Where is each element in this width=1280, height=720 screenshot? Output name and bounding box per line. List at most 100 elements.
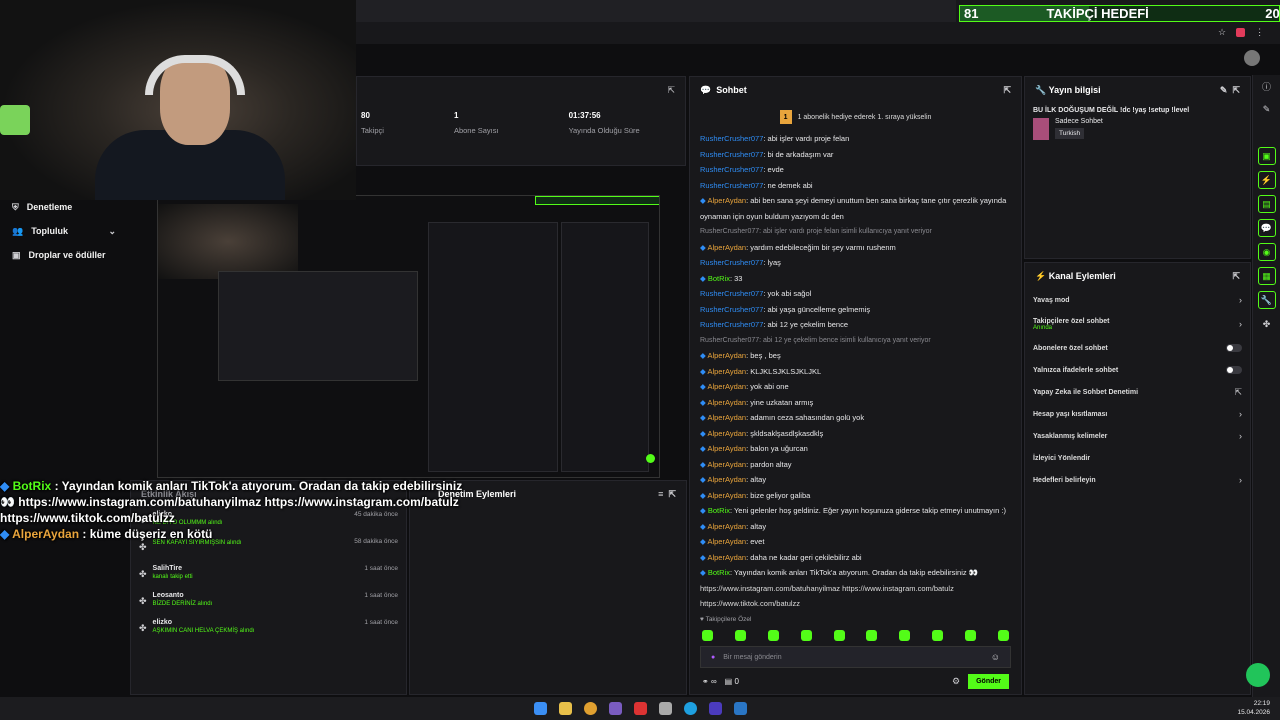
- mod-tool-icon[interactable]: ▣: [1257, 147, 1276, 165]
- chat-message[interactable]: ◆ AlperAydan: KLJKLSJKLSJKLJKL: [700, 364, 1011, 380]
- pinned-gift-banner[interactable]: 1 1 abonelik hediye ederek 1. sıraya yük…: [690, 103, 1021, 131]
- chat-message[interactable]: RusherCrusher077: yok abi sağol: [700, 286, 1011, 302]
- chat-username[interactable]: AlperAydan: [707, 475, 746, 484]
- chat-username[interactable]: RusherCrusher077: [700, 305, 763, 314]
- sidebar-item-topluluk[interactable]: 👥 Topluluk ⌄: [0, 219, 130, 243]
- chat-message[interactable]: ◆ BotRix: Yayından komik anları TikTok'a…: [700, 565, 1011, 581]
- popout-icon[interactable]: ⇱: [667, 85, 675, 96]
- emote-icon[interactable]: [702, 630, 713, 641]
- chat-message[interactable]: ◆ AlperAydan: pardon altay: [700, 457, 1011, 473]
- chat-username[interactable]: RusherCrusher077: [700, 134, 763, 143]
- emote-icon[interactable]: [932, 630, 944, 641]
- address-bar[interactable]: [356, 0, 956, 22]
- channel-action-item[interactable]: Yavaş mod ›: [1025, 289, 1250, 311]
- chat-message[interactable]: ◆ AlperAydan: adamın ceza sahasından gol…: [700, 410, 1011, 426]
- reply-indicator[interactable]: RusherCrusher077: abi işler vardı proje …: [700, 224, 1011, 240]
- sidebar-item-droplar[interactable]: ▣ Droplar ve ödüller: [0, 243, 130, 267]
- emote-icon[interactable]: [767, 630, 779, 641]
- chat-message[interactable]: RusherCrusher077: bi de arkadaşım var: [700, 147, 1011, 163]
- channel-action-item[interactable]: Takipçilere özel sohbet Anında ›: [1025, 311, 1250, 337]
- extension-icon[interactable]: [1236, 27, 1246, 37]
- message-input[interactable]: ● Bir mesaj gönderin ☺: [700, 646, 1011, 668]
- chat-username[interactable]: AlperAydan: [707, 460, 746, 469]
- support-fab[interactable]: [1246, 663, 1270, 687]
- emote-icon[interactable]: [899, 630, 911, 641]
- chat-username[interactable]: AlperAydan: [707, 382, 746, 391]
- popout-icon[interactable]: ⇱: [1232, 271, 1240, 282]
- chat-message[interactable]: ◆ AlperAydan: altay: [700, 519, 1011, 535]
- chat-username[interactable]: RusherCrusher077: [700, 165, 763, 174]
- chat-username[interactable]: AlperAydan: [707, 351, 746, 360]
- chat-message[interactable]: https://www.instagram.com/batuhanyilmaz …: [700, 581, 1011, 597]
- explorer-icon[interactable]: [558, 702, 572, 715]
- chat-message[interactable]: RusherCrusher077: abi 12 ye çekelim benc…: [700, 317, 1011, 333]
- obs-icon[interactable]: [658, 702, 672, 715]
- channel-action-item[interactable]: Yalnızca ifadelerle sohbet: [1025, 359, 1250, 381]
- chat-message[interactable]: RusherCrusher077: abi yaşa güncelleme ge…: [700, 302, 1011, 318]
- app-icon[interactable]: [708, 702, 722, 715]
- windows-start-icon[interactable]: [533, 702, 547, 715]
- lightning-tool-icon[interactable]: ⚡: [1257, 171, 1276, 189]
- chat-username[interactable]: BotRix: [708, 568, 730, 577]
- clock[interactable]: 22:19 15.04.2026: [1237, 699, 1270, 717]
- send-button[interactable]: Gönder: [968, 674, 1009, 689]
- channel-action-item[interactable]: İzleyici Yönlendir: [1025, 447, 1250, 469]
- chat-message[interactable]: oynaman için oyun buldum yazıyom dc den: [700, 209, 1011, 225]
- chat-message[interactable]: RusherCrusher077: ne demek abi: [700, 178, 1011, 194]
- extensions-icon[interactable]: ✤: [1253, 315, 1280, 333]
- channel-action-item[interactable]: Yasaklanmış kelimeler ›: [1025, 425, 1250, 447]
- popout-icon[interactable]: ⇱: [1232, 85, 1240, 96]
- opera-icon[interactable]: [633, 702, 647, 715]
- chat-message[interactable]: https://www.tiktok.com/batulzz: [700, 596, 1011, 612]
- layout-tool-icon[interactable]: ▦: [1257, 267, 1276, 285]
- chat-username[interactable]: BotRix: [708, 506, 730, 515]
- emote-icon[interactable]: [997, 630, 1009, 641]
- emote-icon[interactable]: [965, 630, 976, 641]
- reply-indicator[interactable]: RusherCrusher077: abi 12 ye çekelim benc…: [700, 333, 1011, 349]
- doc-tool-icon[interactable]: ▤: [1257, 195, 1276, 213]
- chat-username[interactable]: AlperAydan: [707, 367, 746, 376]
- pencil-icon[interactable]: ✎: [1253, 97, 1280, 121]
- counter-indicator[interactable]: ▤ 0: [725, 677, 739, 686]
- chat-message[interactable]: ◆ AlperAydan: beş , beş: [700, 348, 1011, 364]
- chat-message[interactable]: ◆ AlperAydan: altay: [700, 472, 1011, 488]
- menu-dots-icon[interactable]: ⋮: [1255, 27, 1264, 38]
- edit-icon[interactable]: ✎: [1220, 85, 1228, 96]
- chat-username[interactable]: RusherCrusher077: [700, 181, 763, 190]
- chat-username[interactable]: RusherCrusher077: [700, 150, 763, 159]
- toggle-switch[interactable]: [1226, 366, 1242, 374]
- chat-message[interactable]: ◆ AlperAydan: yardım edebileceğim bir şe…: [700, 240, 1011, 256]
- popout-icon[interactable]: ⇱: [668, 489, 676, 500]
- chrome-icon[interactable]: [583, 702, 597, 715]
- chat-message[interactable]: ◆ AlperAydan: yine uzkatan armış: [700, 395, 1011, 411]
- chat-username[interactable]: RusherCrusher077: [700, 289, 763, 298]
- chat-message[interactable]: ◆ AlperAydan: şkldsaklşasdlşkasdklş: [700, 426, 1011, 442]
- channel-action-item[interactable]: Abonelere özel sohbet: [1025, 337, 1250, 359]
- channel-action-item[interactable]: Yapay Zeka ile Sohbet Denetimi ⇱: [1025, 381, 1250, 403]
- popout-icon[interactable]: ⇱: [1003, 85, 1011, 96]
- chat-message[interactable]: RusherCrusher077: lyaş: [700, 255, 1011, 271]
- chat-username[interactable]: AlperAydan: [707, 522, 746, 531]
- broadcast-tool-icon[interactable]: ◉: [1257, 243, 1276, 261]
- chat-username[interactable]: AlperAydan: [707, 196, 746, 205]
- toggle-switch[interactable]: [1226, 344, 1242, 352]
- info-icon[interactable]: ⓘ: [1253, 75, 1280, 97]
- chat-message[interactable]: ◆ AlperAydan: evet: [700, 534, 1011, 550]
- wrench-tool-icon[interactable]: 🔧: [1257, 291, 1276, 309]
- edge-icon[interactable]: [683, 702, 697, 715]
- chat-username[interactable]: AlperAydan: [707, 537, 746, 546]
- channel-action-item[interactable]: Hedefleri belirleyin ›: [1025, 469, 1250, 491]
- chat-tool-icon[interactable]: 💬: [1257, 219, 1276, 237]
- activity-item[interactable]: ✤ SalihTire kanalı takip etti 1 saat önce: [131, 561, 406, 588]
- filter-icon[interactable]: ≡: [658, 489, 663, 499]
- activity-item[interactable]: ✤ elizko AŞKIMIN CANI HELVA ÇEKMİŞ alındı 1…: [131, 615, 406, 642]
- chat-message[interactable]: ◆ AlperAydan: bize geliyor galiba: [700, 488, 1011, 504]
- chat-message[interactable]: ◆ AlperAydan: daha ne kadar geri çekileb…: [700, 550, 1011, 566]
- chat-message[interactable]: ◆ AlperAydan: yok abi one: [700, 379, 1011, 395]
- chat-username[interactable]: AlperAydan: [707, 398, 746, 407]
- chat-username[interactable]: AlperAydan: [707, 553, 746, 562]
- settings-icon[interactable]: ⚙: [952, 676, 960, 687]
- chat-username[interactable]: RusherCrusher077: [700, 258, 763, 267]
- chat-username[interactable]: AlperAydan: [707, 429, 746, 438]
- avatar[interactable]: [1244, 50, 1260, 66]
